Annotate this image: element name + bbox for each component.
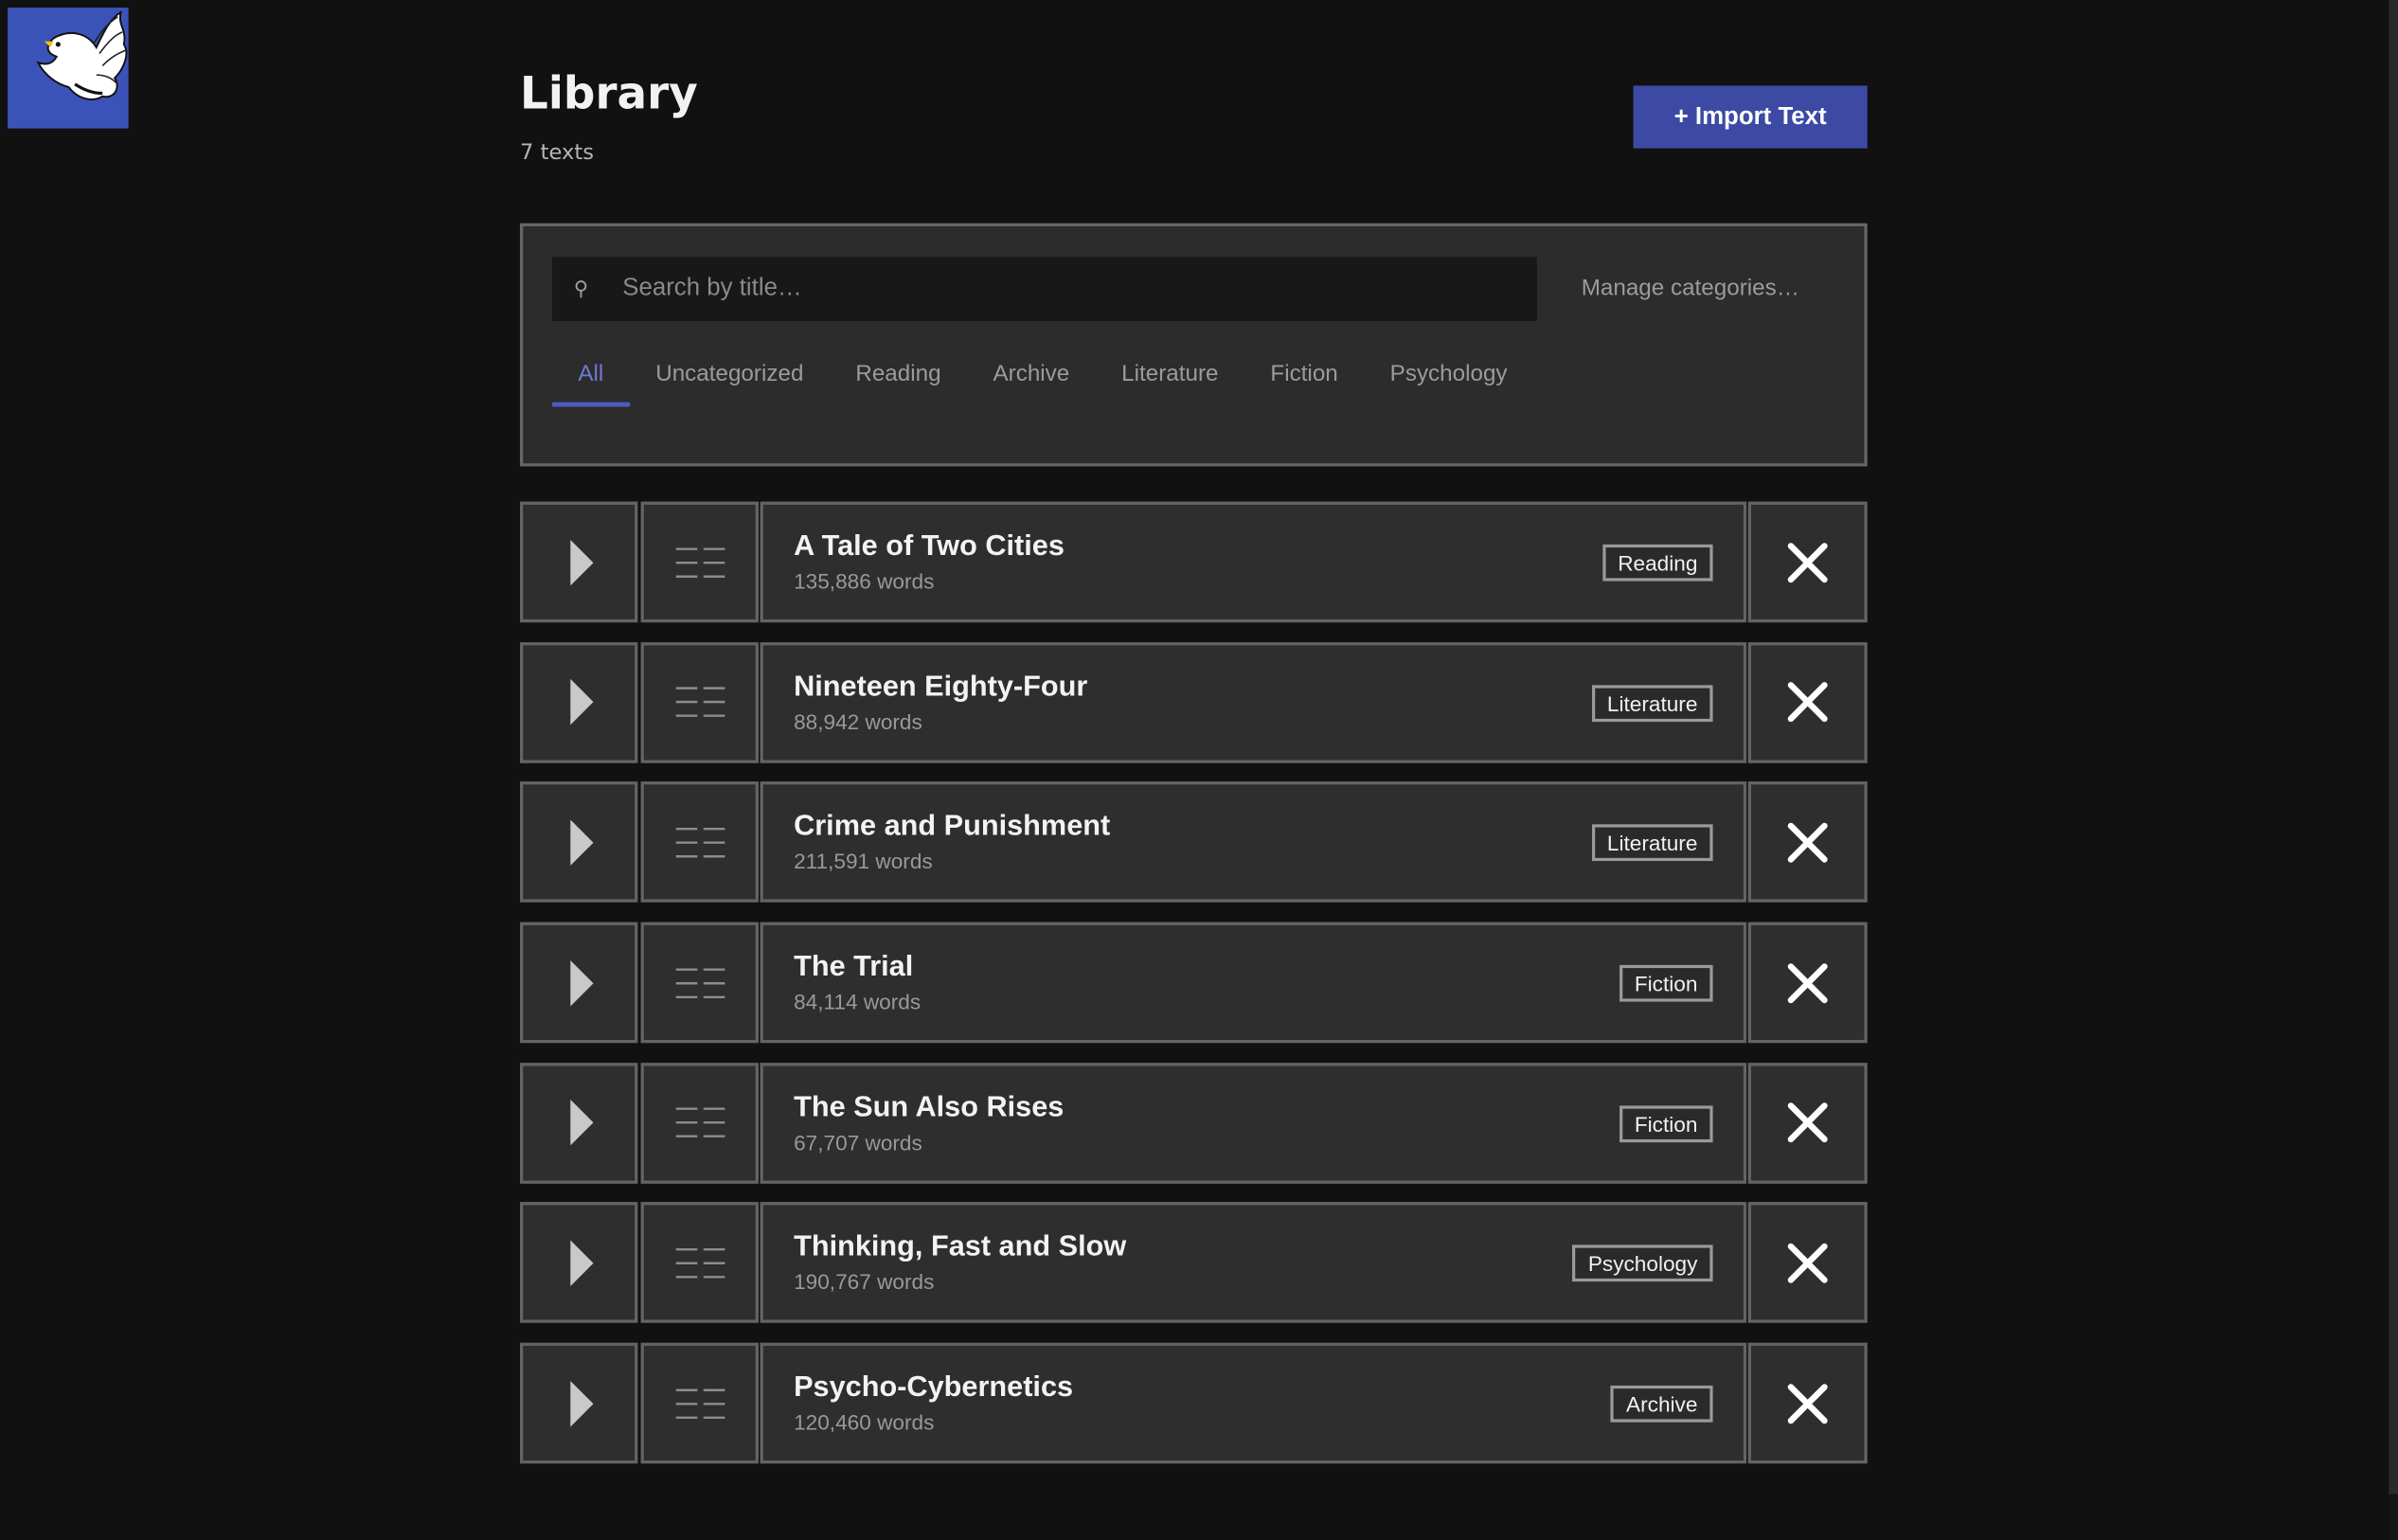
close-icon: [1787, 1383, 1828, 1424]
text-title: The Trial: [794, 951, 914, 984]
text-info[interactable]: Thinking, Fast and Slow 190,767 words Ps…: [760, 1202, 1747, 1324]
drag-handle-icon: [674, 1107, 725, 1138]
drag-handle[interactable]: [640, 1342, 759, 1464]
drag-handle-icon: [674, 687, 725, 718]
delete-button[interactable]: [1747, 1062, 1868, 1184]
drag-handle-icon: [674, 827, 725, 858]
play-button[interactable]: [520, 1342, 638, 1464]
tab-reading[interactable]: Reading: [830, 349, 967, 394]
drag-handle[interactable]: [640, 641, 759, 763]
text-word-count: 88,942 words: [794, 708, 922, 734]
text-list: A Tale of Two Cities 135,886 words Readi…: [520, 501, 1868, 1483]
search-input[interactable]: [610, 257, 1537, 322]
drag-handle[interactable]: [640, 501, 759, 623]
text-info[interactable]: Crime and Punishment 211,591 words Liter…: [760, 781, 1747, 904]
text-title: Thinking, Fast and Slow: [794, 1231, 1127, 1264]
play-icon: [570, 1380, 594, 1426]
text-title: The Sun Also Rises: [794, 1091, 1065, 1124]
eagle-icon: [36, 9, 128, 100]
close-icon: [1787, 542, 1828, 582]
category-badge[interactable]: Fiction: [1619, 1105, 1713, 1142]
close-icon: [1787, 962, 1828, 1003]
play-icon: [570, 819, 594, 866]
text-row: Nineteen Eighty-Four 88,942 words Litera…: [520, 641, 1868, 763]
search-icon: ⚲: [573, 277, 589, 300]
text-info[interactable]: Psycho-Cybernetics 120,460 words Archive: [760, 1342, 1747, 1464]
play-button[interactable]: [520, 501, 638, 623]
category-tabs: All Uncategorized Reading Archive Litera…: [551, 349, 1533, 410]
scrollbar-thumb[interactable]: [2389, 0, 2398, 1495]
close-icon: [1787, 1102, 1828, 1143]
play-button[interactable]: [520, 641, 638, 763]
play-icon: [570, 679, 594, 725]
text-word-count: 67,707 words: [794, 1129, 922, 1155]
drag-handle-icon: [674, 546, 725, 578]
text-info[interactable]: A Tale of Two Cities 135,886 words Readi…: [760, 501, 1747, 623]
category-badge[interactable]: Literature: [1591, 684, 1713, 722]
category-badge[interactable]: Archive: [1610, 1386, 1713, 1423]
text-word-count: 120,460 words: [794, 1409, 935, 1435]
play-icon: [570, 959, 594, 1006]
drag-handle-icon: [674, 967, 725, 998]
text-row: Thinking, Fast and Slow 190,767 words Ps…: [520, 1202, 1868, 1324]
delete-button[interactable]: [1747, 501, 1868, 623]
tab-fiction[interactable]: Fiction: [1244, 349, 1364, 394]
text-word-count: 84,114 words: [794, 989, 922, 1014]
import-text-button[interactable]: + Import Text: [1633, 85, 1868, 149]
play-button[interactable]: [520, 1202, 638, 1324]
play-button[interactable]: [520, 922, 638, 1044]
delete-button[interactable]: [1747, 1202, 1868, 1324]
text-info[interactable]: The Trial 84,114 words Fiction: [760, 922, 1747, 1044]
text-word-count: 135,886 words: [794, 568, 935, 594]
text-row: The Sun Also Rises 67,707 words Fiction: [520, 1062, 1868, 1184]
text-row: Psycho-Cybernetics 120,460 words Archive: [520, 1342, 1868, 1464]
drag-handle[interactable]: [640, 1062, 759, 1184]
drag-handle[interactable]: [640, 781, 759, 904]
text-word-count: 211,591 words: [794, 849, 933, 874]
text-row: A Tale of Two Cities 135,886 words Readi…: [520, 501, 1868, 623]
text-title: Nineteen Eighty-Four: [794, 671, 1088, 704]
text-title: Crime and Punishment: [794, 811, 1111, 844]
filter-panel: ⚲ Manage categories… All Uncategorized R…: [520, 223, 1868, 467]
text-title: Psycho-Cybernetics: [794, 1371, 1074, 1405]
close-icon: [1787, 682, 1828, 723]
manage-categories-link[interactable]: Manage categories…: [1582, 276, 1799, 301]
play-icon: [570, 1100, 594, 1146]
drag-handle-icon: [674, 1247, 725, 1279]
play-icon: [570, 1240, 594, 1286]
delete-button[interactable]: [1747, 1342, 1868, 1464]
delete-button[interactable]: [1747, 641, 1868, 763]
tab-all[interactable]: All: [551, 349, 630, 407]
close-icon: [1787, 1243, 1828, 1283]
text-title: A Tale of Two Cities: [794, 530, 1065, 564]
drag-handle[interactable]: [640, 1202, 759, 1324]
tab-archive[interactable]: Archive: [967, 349, 1096, 394]
tab-literature[interactable]: Literature: [1096, 349, 1244, 394]
text-row: The Trial 84,114 words Fiction: [520, 922, 1868, 1044]
play-icon: [570, 539, 594, 585]
close-icon: [1787, 822, 1828, 863]
text-info[interactable]: Nineteen Eighty-Four 88,942 words Litera…: [760, 641, 1747, 763]
tab-uncategorized[interactable]: Uncategorized: [630, 349, 830, 394]
text-row: Crime and Punishment 211,591 words Liter…: [520, 781, 1868, 904]
tab-psychology[interactable]: Psychology: [1364, 349, 1533, 394]
text-word-count: 190,767 words: [794, 1269, 935, 1295]
delete-button[interactable]: [1747, 922, 1868, 1044]
category-badge[interactable]: Fiction: [1619, 964, 1713, 1002]
category-badge[interactable]: Literature: [1591, 824, 1713, 862]
home-logo-button[interactable]: [8, 8, 129, 129]
category-badge[interactable]: Reading: [1602, 544, 1713, 582]
drag-handle-icon: [674, 1388, 725, 1419]
play-button[interactable]: [520, 781, 638, 904]
library-page: Library 7 texts + Import Text ⚲ Manage c…: [0, 0, 2398, 1540]
text-count: 7 texts: [520, 140, 595, 166]
drag-handle[interactable]: [640, 922, 759, 1044]
page-title: Library: [520, 67, 698, 119]
category-badge[interactable]: Psychology: [1572, 1245, 1713, 1282]
play-button[interactable]: [520, 1062, 638, 1184]
delete-button[interactable]: [1747, 781, 1868, 904]
search-box[interactable]: ⚲: [551, 257, 1537, 322]
text-info[interactable]: The Sun Also Rises 67,707 words Fiction: [760, 1062, 1747, 1184]
